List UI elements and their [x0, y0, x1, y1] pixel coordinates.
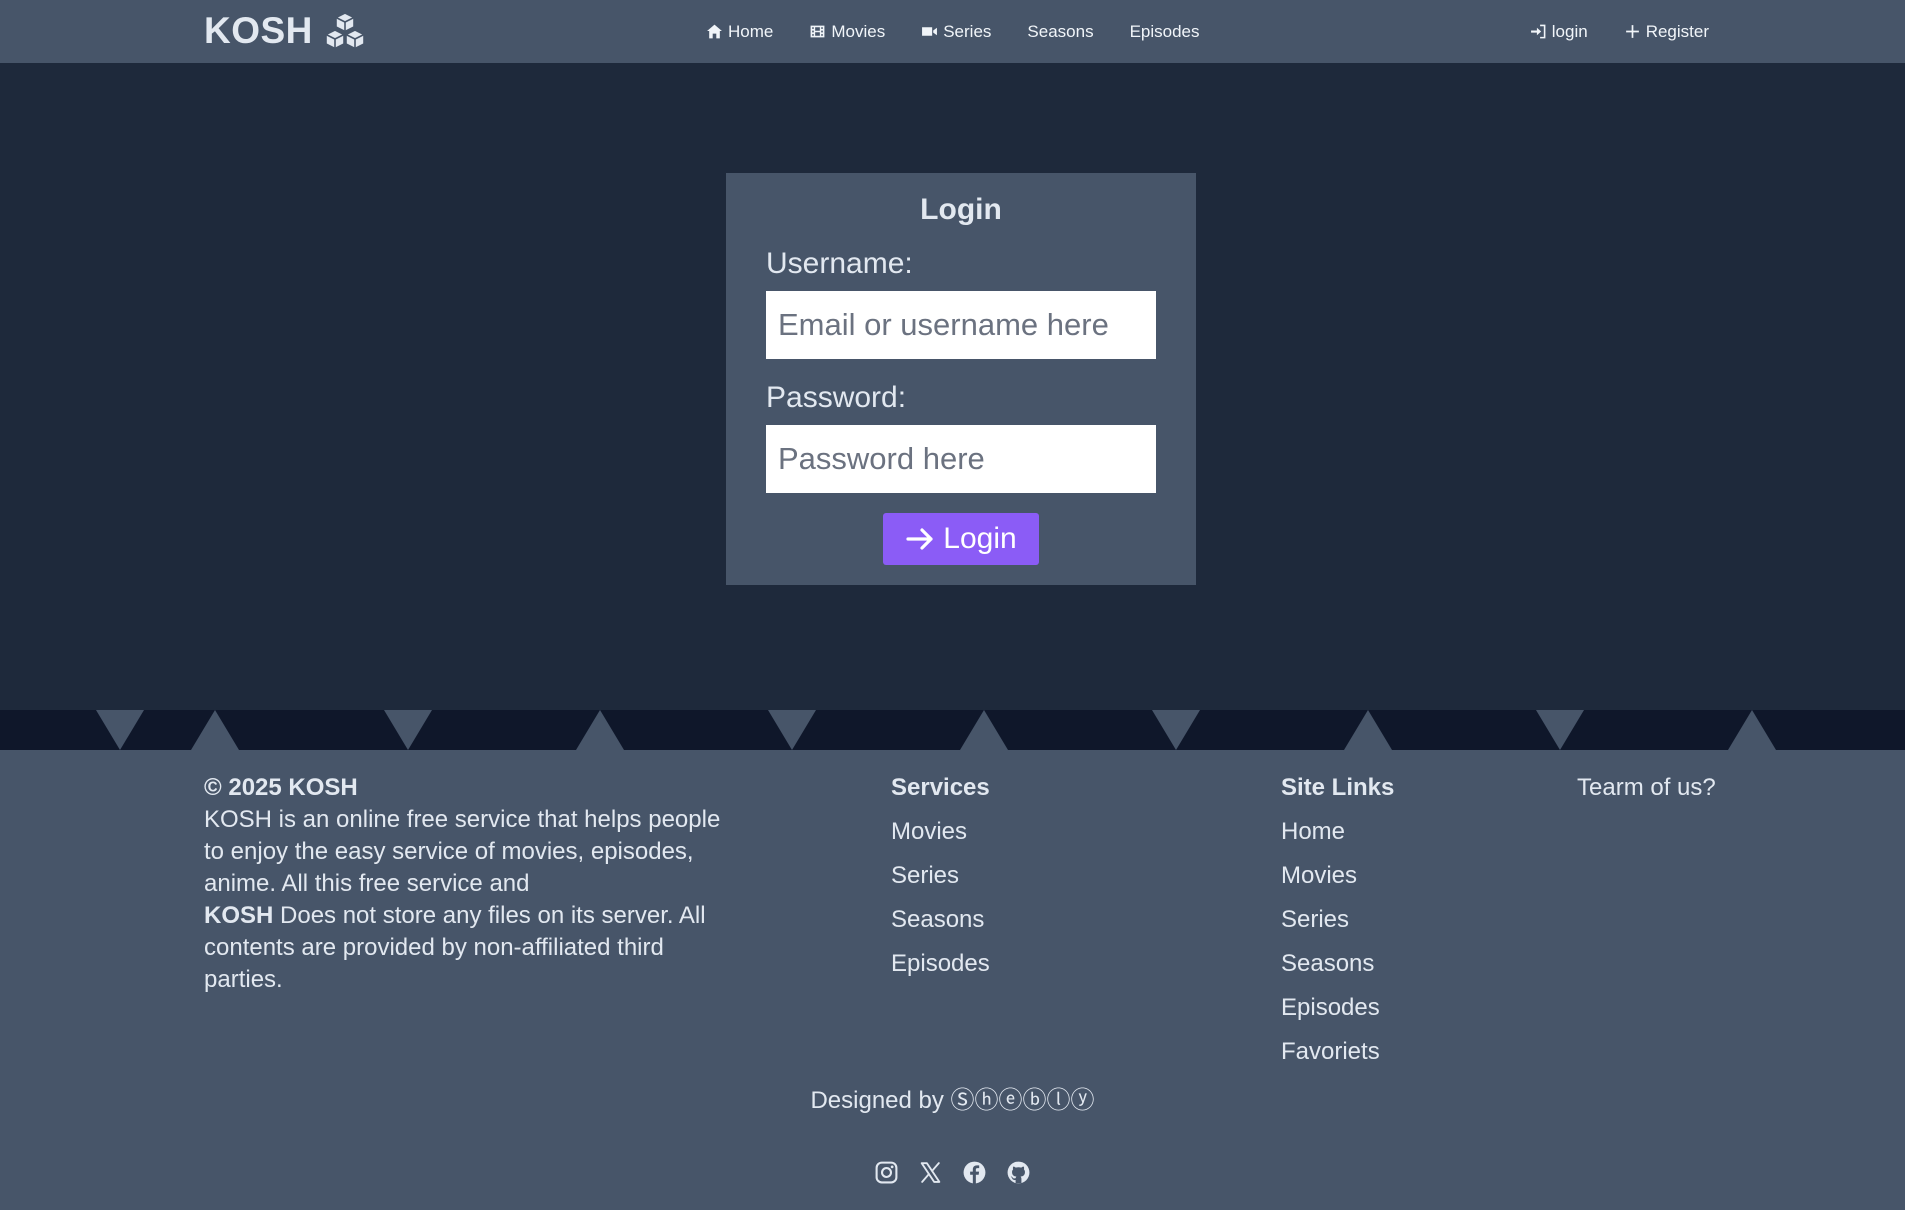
about-brand: KOSH	[204, 902, 274, 929]
site-link-episodes[interactable]: Episodes	[1281, 992, 1394, 1024]
about-text-part2: Does not store any files on its server. …	[204, 902, 706, 993]
brand-name: KOSH	[204, 10, 313, 51]
password-label: Password:	[766, 381, 907, 414]
film-icon	[810, 25, 825, 38]
designer-name: Ⓢⓗⓔⓑⓛⓨ	[950, 1087, 1095, 1114]
x-twitter-link[interactable]	[918, 1160, 943, 1185]
github-icon	[1007, 1161, 1030, 1184]
password-input[interactable]	[766, 425, 1156, 493]
login-button[interactable]: Login	[883, 513, 1039, 565]
login-button-label: Login	[943, 522, 1017, 555]
nav-seasons[interactable]: Seasons	[1027, 22, 1093, 42]
top-navbar: KOSH Home Movies Series Seasons Episodes…	[0, 0, 1905, 63]
services-link-series[interactable]: Series	[891, 860, 990, 892]
about-text: KOSH is an online free service that help…	[204, 804, 724, 996]
facebook-link[interactable]	[962, 1160, 987, 1185]
social-links	[0, 1160, 1905, 1185]
site-link-series[interactable]: Series	[1281, 904, 1394, 936]
site-link-movies[interactable]: Movies	[1281, 860, 1394, 892]
facebook-icon	[963, 1161, 986, 1184]
x-twitter-icon	[920, 1162, 941, 1183]
services-link-movies[interactable]: Movies	[891, 816, 990, 848]
services-link-seasons[interactable]: Seasons	[891, 904, 990, 936]
github-link[interactable]	[1006, 1160, 1031, 1185]
footer-divider	[0, 710, 1905, 750]
team-column: Tearm of us?	[1577, 772, 1716, 816]
home-icon	[707, 24, 722, 39]
video-camera-icon	[922, 27, 938, 36]
username-input[interactable]	[766, 291, 1156, 359]
nav-movies[interactable]: Movies	[809, 22, 885, 42]
nav-home-label: Home	[728, 21, 774, 41]
team-link[interactable]: Tearm of us?	[1577, 772, 1716, 804]
auth-nav: login Register	[1530, 0, 1709, 63]
nav-home[interactable]: Home	[706, 22, 773, 42]
services-column: Services Movies Series Seasons Episodes	[891, 772, 990, 992]
main-nav: Home Movies Series Seasons Episodes	[706, 0, 1200, 63]
login-title: Login	[920, 193, 1002, 226]
about-section: © 2025 KOSH KOSH is an online free servi…	[204, 772, 724, 996]
nav-register[interactable]: Register	[1624, 22, 1709, 42]
services-title: Services	[891, 774, 990, 801]
sign-in-icon	[1530, 24, 1546, 39]
site-link-favorites[interactable]: Favoriets	[1281, 1036, 1394, 1068]
cubes-icon	[325, 12, 365, 50]
plus-icon	[1625, 25, 1639, 38]
nav-episodes[interactable]: Episodes	[1130, 22, 1200, 42]
nav-seasons-label: Seasons	[1027, 21, 1094, 41]
nav-movies-label: Movies	[831, 21, 886, 41]
username-label: Username:	[766, 247, 913, 280]
login-form: Login Username: Password: Login	[726, 173, 1196, 585]
services-link-episodes[interactable]: Episodes	[891, 948, 990, 980]
brand-logo-link[interactable]: KOSH	[204, 8, 367, 54]
site-link-seasons[interactable]: Seasons	[1281, 948, 1394, 980]
nav-login-label: login	[1551, 21, 1588, 41]
site-links-title: Site Links	[1281, 774, 1395, 801]
instagram-link[interactable]	[874, 1160, 899, 1185]
arrow-right-icon	[906, 528, 933, 550]
nav-register-label: Register	[1645, 21, 1709, 41]
nav-login[interactable]: login	[1530, 22, 1588, 42]
copyright: © 2025 KOSH	[204, 774, 358, 801]
nav-episodes-label: Episodes	[1129, 21, 1200, 41]
designed-by: Designed by Ⓢⓗⓔⓑⓛⓨ	[0, 1085, 1905, 1117]
site-footer: © 2025 KOSH KOSH is an online free servi…	[0, 750, 1905, 1210]
nav-series-label: Series	[943, 21, 992, 41]
site-links-column: Site Links Home Movies Series Seasons Ep…	[1281, 772, 1394, 1080]
instagram-icon	[875, 1161, 898, 1184]
nav-series[interactable]: Series	[921, 22, 991, 42]
about-text-part1: KOSH is an online free service that help…	[204, 806, 721, 897]
site-link-home[interactable]: Home	[1281, 816, 1394, 848]
designed-by-label: Designed by	[810, 1087, 944, 1114]
